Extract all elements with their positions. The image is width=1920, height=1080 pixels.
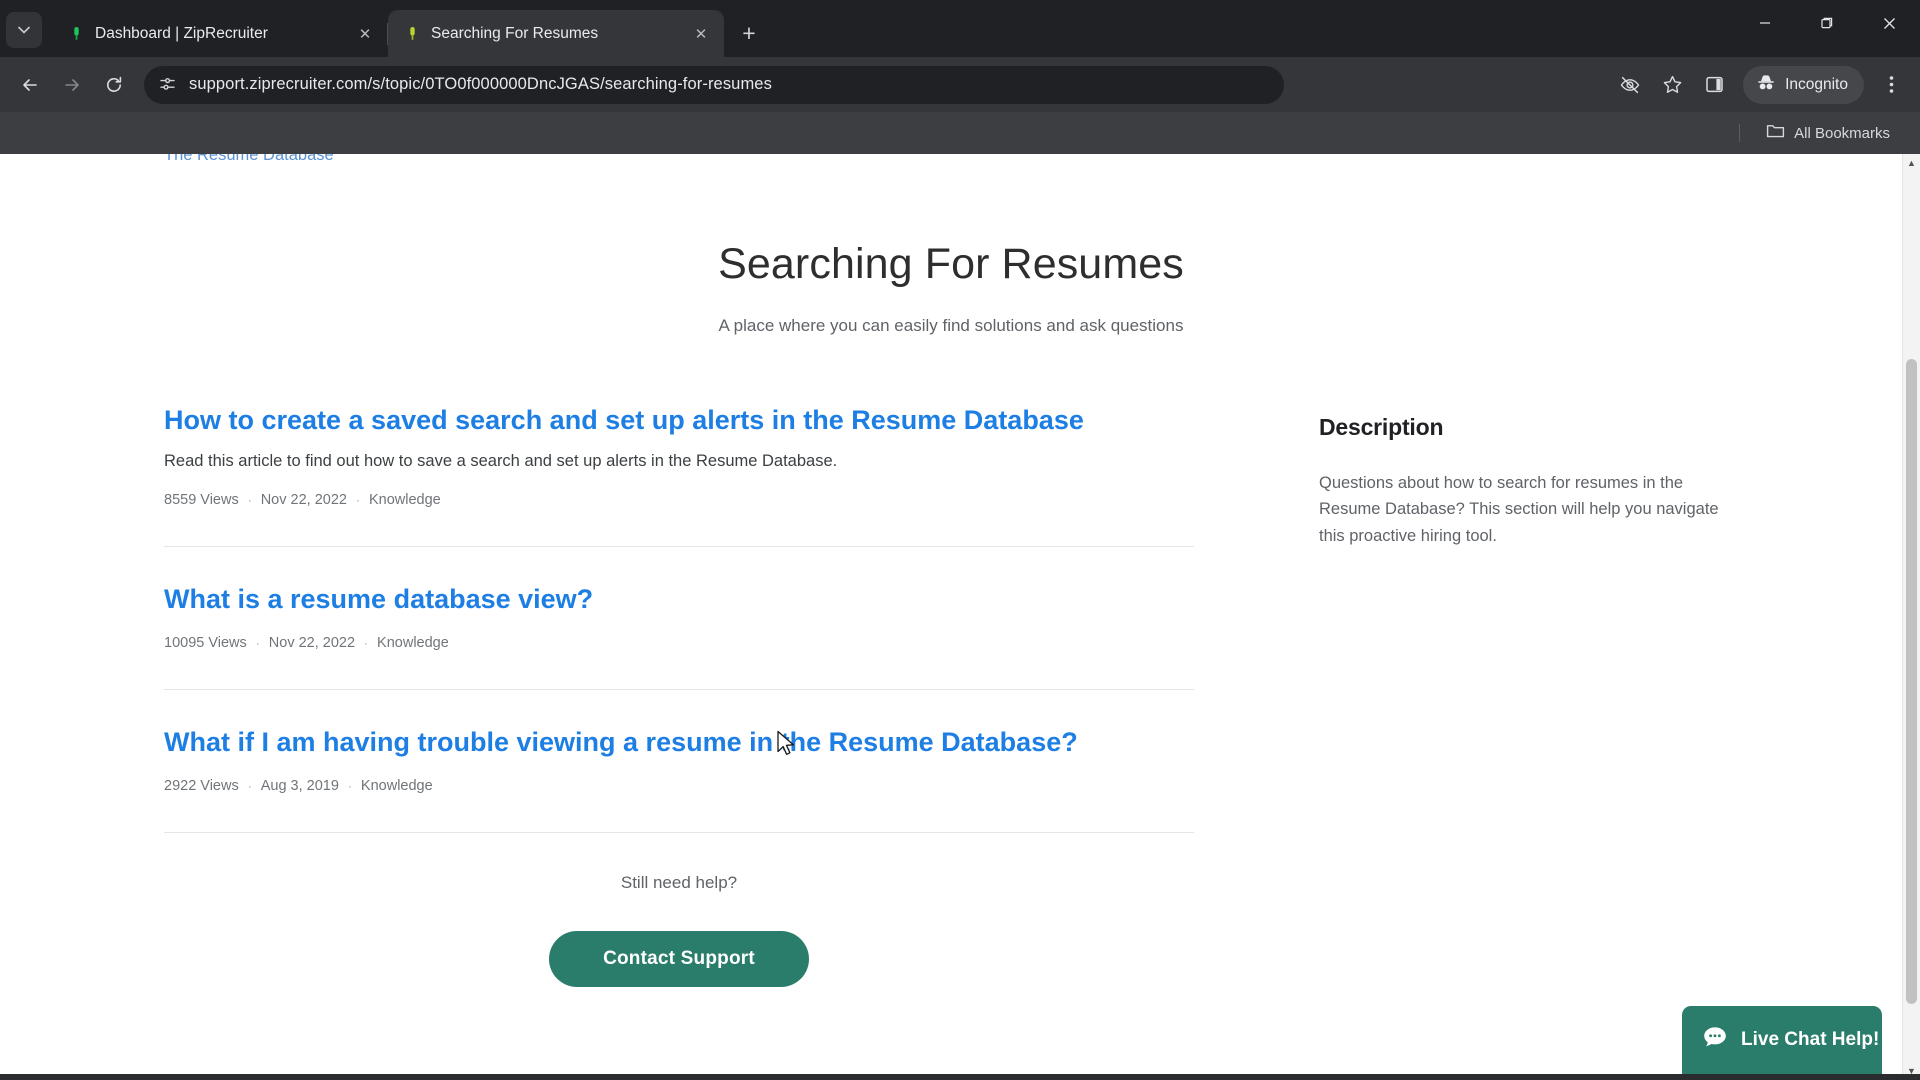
page-subtitle: A place where you can easily find soluti… [718,315,1184,335]
page-viewport: The Resume Database Searching For Resume… [0,154,1920,1080]
address-bar[interactable]: support.ziprecruiter.com/s/topic/0TO0f00… [144,65,1284,104]
all-bookmarks-label: All Bookmarks [1794,124,1890,142]
live-chat-widget[interactable]: Live Chat Help! [1682,1006,1882,1080]
browser-tab-searching-for-resumes[interactable]: Searching For Resumes ✕ [388,10,724,57]
ziprecruiter-icon [68,25,85,42]
page-hero: Searching For Resumes A place where you … [0,165,1902,336]
description-heading: Description [1319,413,1444,440]
article-meta: 10095 Views · Nov 22, 2022 · Knowledge [164,635,1194,651]
tab-close-button[interactable]: ✕ [354,23,376,45]
article-meta: 2922 Views · Aug 3, 2019 · Knowledge [164,778,1194,794]
forward-arrow-icon [65,78,79,91]
article-views: 8559 Views [164,492,239,509]
page-scrollbar[interactable]: ▲ ▼ [1902,154,1920,1080]
article-item: What is a resume database view? 10095 Vi… [164,547,1194,691]
reload-button[interactable] [94,65,134,105]
tab-strip: Dashboard | ZipRecruiter ✕ Searching For… [0,0,1920,57]
meta-separator: · [247,493,252,508]
minimize-icon [1760,22,1770,24]
article-type: Knowledge [368,492,441,509]
incognito-hat-icon [1755,72,1777,97]
forward-button[interactable] [52,65,92,105]
live-chat-label: Live Chat Help! [1741,1028,1880,1050]
browser-tab-dashboard[interactable]: Dashboard | ZipRecruiter ✕ [52,10,388,57]
article-date: Nov 22, 2022 [268,635,356,652]
chat-bubble-icon [1702,1025,1728,1054]
reload-icon [107,76,122,92]
window-controls [1734,0,1920,46]
contact-support-button[interactable]: Contact Support [549,930,809,987]
maximize-button[interactable] [1796,0,1858,46]
article-description: Read this article to find out how to sav… [164,452,838,471]
breadcrumb: The Resume Database [0,154,1902,165]
browser-toolbar: support.ziprecruiter.com/s/topic/0TO0f00… [0,57,1920,112]
ziprecruiter-icon [404,25,421,42]
still-need-help-section: Still need help? Contact Support [164,873,1194,987]
maximize-icon [1821,17,1833,29]
description-panel: Description Questions about how to searc… [1194,404,1738,987]
folder-icon [1766,123,1785,143]
article-title-link[interactable]: What if I am having trouble viewing a re… [164,726,1194,760]
browser-window: Dashboard | ZipRecruiter ✕ Searching For… [0,0,1920,1080]
meta-separator: · [255,636,260,651]
back-button[interactable] [10,65,50,105]
toolbar-icon-group: Incognito [1611,65,1910,104]
three-dot-menu-icon[interactable] [1872,66,1910,104]
taskbar-strip [0,1074,1920,1080]
scrollbar-thumb[interactable] [1906,359,1917,1004]
support-page: The Resume Database Searching For Resume… [0,154,1902,987]
article-type: Knowledge [360,777,433,794]
side-panel-icon[interactable] [1695,66,1733,104]
description-body: Questions about how to search for resume… [1319,473,1719,546]
article-item: What if I am having trouble viewing a re… [164,690,1194,833]
breadcrumb-link-resume-database[interactable]: The Resume Database [164,154,334,164]
all-bookmarks-button[interactable]: All Bookmarks [1758,118,1898,148]
tab-search-button[interactable] [6,12,42,48]
bookmarks-bar: All Bookmarks [0,112,1920,154]
bookmarks-divider [1739,124,1741,142]
close-icon [1883,17,1895,29]
still-need-help-label: Still need help? [620,872,738,892]
back-arrow-icon [23,78,37,91]
article-list: How to create a saved search and set up … [164,404,1194,987]
star-icon[interactable] [1653,66,1691,104]
article-item: How to create a saved search and set up … [164,404,1194,548]
article-views: 10095 Views [164,635,247,652]
article-meta: 8559 Views · Nov 22, 2022 · Knowledge [164,492,1194,508]
tab-close-button[interactable]: ✕ [690,23,712,45]
meta-separator: · [364,636,369,651]
meta-separator: · [247,778,252,793]
incognito-indicator[interactable]: Incognito [1743,65,1864,104]
article-title-link[interactable]: How to create a saved search and set up … [164,404,1194,438]
article-date: Nov 22, 2022 [260,492,347,509]
scroll-up-button[interactable]: ▲ [1903,154,1920,172]
new-tab-button[interactable]: + [732,16,766,50]
tab-title: Dashboard | ZipRecruiter [95,24,268,42]
site-settings-icon[interactable] [158,75,177,94]
meta-separator: · [347,778,352,793]
chevron-down-icon [18,26,30,34]
meta-separator: · [355,493,360,508]
eye-slash-icon[interactable] [1611,66,1649,104]
minimize-button[interactable] [1734,0,1796,46]
tab-title: Searching For Resumes [431,24,599,42]
page-title: Searching For Resumes [718,240,1184,288]
url-text: support.ziprecruiter.com/s/topic/0TO0f00… [189,75,772,93]
article-views: 2922 Views [164,777,239,794]
article-date: Aug 3, 2019 [260,777,339,794]
page-content: How to create a saved search and set up … [0,404,1902,987]
close-window-button[interactable] [1858,0,1920,46]
article-title-link[interactable]: What is a resume database view? [164,583,1194,617]
article-type: Knowledge [377,635,449,652]
incognito-label: Incognito [1785,75,1848,93]
